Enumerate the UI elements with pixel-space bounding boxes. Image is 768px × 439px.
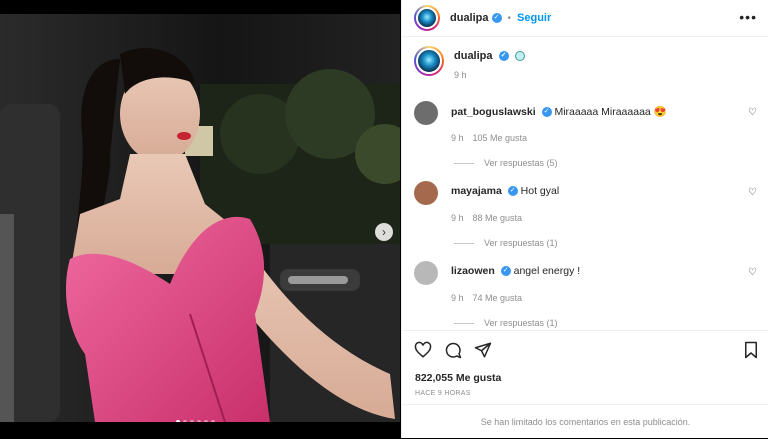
comment-avatar[interactable] xyxy=(414,181,438,205)
comment-likes[interactable]: 74 Me gusta xyxy=(473,293,523,303)
comment-username[interactable]: lizaowen xyxy=(451,265,495,277)
comment-time: 9 h xyxy=(451,133,464,143)
caption-avatar[interactable] xyxy=(414,46,444,76)
globe-icon xyxy=(514,51,525,62)
heart-icon[interactable] xyxy=(414,341,432,359)
carousel-dot xyxy=(204,420,208,422)
view-replies-button[interactable]: Ver respuestas (1) xyxy=(454,238,757,248)
view-replies-button[interactable]: Ver respuestas (5) xyxy=(454,158,757,168)
view-replies-label: Ver respuestas (1) xyxy=(484,238,558,248)
post-header: dualipa ✓ • Seguir ••• xyxy=(402,0,768,37)
photo-illustration xyxy=(0,14,400,422)
carousel-dot xyxy=(190,420,194,422)
carousel-dot xyxy=(197,420,201,422)
verified-icon: ✓ xyxy=(498,51,509,62)
view-replies-label: Ver respuestas (1) xyxy=(484,318,558,328)
chevron-right-icon: › xyxy=(382,225,386,239)
comment-like-heart-icon[interactable]: ♡ xyxy=(748,107,757,118)
verified-icon: ✓ xyxy=(507,186,518,197)
carousel-dot xyxy=(211,420,215,422)
comments-limited-notice: Se han limitado los comentarios en esta … xyxy=(402,404,768,439)
comment-item: mayajama ✓ Hot gyal ♡ 9 h 88 Me gusta Ver re… xyxy=(414,181,757,248)
comment-text: angel energy ! xyxy=(513,265,581,277)
carousel-dot xyxy=(176,420,180,422)
action-bar xyxy=(402,330,768,369)
comment-text: Hot gyal xyxy=(520,185,560,197)
verified-icon: ✓ xyxy=(541,107,552,118)
post-photo[interactable]: › xyxy=(0,14,400,422)
comment-icon[interactable] xyxy=(444,341,462,359)
comment-text: Miraaaaa Miraaaaaa 😍 xyxy=(554,106,667,118)
comment-item: lizaowen ✓ angel energy ! ♡ 9 h 74 Me gusta… xyxy=(414,261,757,328)
comment-time: 9 h xyxy=(451,293,464,303)
carousel-dot xyxy=(183,420,187,422)
likes-count[interactable]: 822,055 Me gusta xyxy=(415,372,501,384)
bookmark-icon[interactable] xyxy=(742,341,760,359)
view-replies-button[interactable]: Ver respuestas (1) xyxy=(454,318,757,328)
post-side-panel: dualipa ✓ • Seguir ••• dualipa ✓ 9 h pat… xyxy=(401,0,768,438)
comment-likes[interactable]: 105 Me gusta xyxy=(473,133,528,143)
comment-avatar[interactable] xyxy=(414,101,438,125)
comment-username[interactable]: pat_boguslawski xyxy=(451,106,536,118)
instagram-post-view: › dualipa ✓ • Seguir ••• dualipa ✓ 9 h p… xyxy=(0,0,768,438)
separator-dot: • xyxy=(507,12,512,24)
view-replies-label: Ver respuestas (5) xyxy=(484,158,558,168)
comment-likes[interactable]: 88 Me gusta xyxy=(473,213,523,223)
comment-item: pat_boguslawski ✓ Miraaaaa Miraaaaaa 😍 ♡ 9… xyxy=(414,101,757,168)
share-icon[interactable] xyxy=(474,341,492,359)
post-username[interactable]: dualipa xyxy=(450,12,489,24)
caption-time: 9 h xyxy=(454,70,467,80)
comment-time: 9 h xyxy=(451,213,464,223)
post-date: HACE 9 HORAS xyxy=(415,390,471,397)
caption-username[interactable]: dualipa xyxy=(454,50,493,62)
verified-icon: ✓ xyxy=(491,13,502,23)
comment-username[interactable]: mayajama xyxy=(451,185,502,197)
comment-avatar[interactable] xyxy=(414,261,438,285)
follow-button[interactable]: Seguir xyxy=(517,12,551,24)
carousel-indicator xyxy=(176,420,215,422)
more-options-icon[interactable]: ••• xyxy=(739,9,757,25)
comment-like-heart-icon[interactable]: ♡ xyxy=(748,267,757,278)
carousel-next-button[interactable]: › xyxy=(375,223,393,241)
verified-icon: ✓ xyxy=(500,266,511,277)
avatar[interactable] xyxy=(414,5,440,31)
post-caption: dualipa ✓ 9 h xyxy=(414,46,525,80)
comment-like-heart-icon[interactable]: ♡ xyxy=(748,187,757,198)
